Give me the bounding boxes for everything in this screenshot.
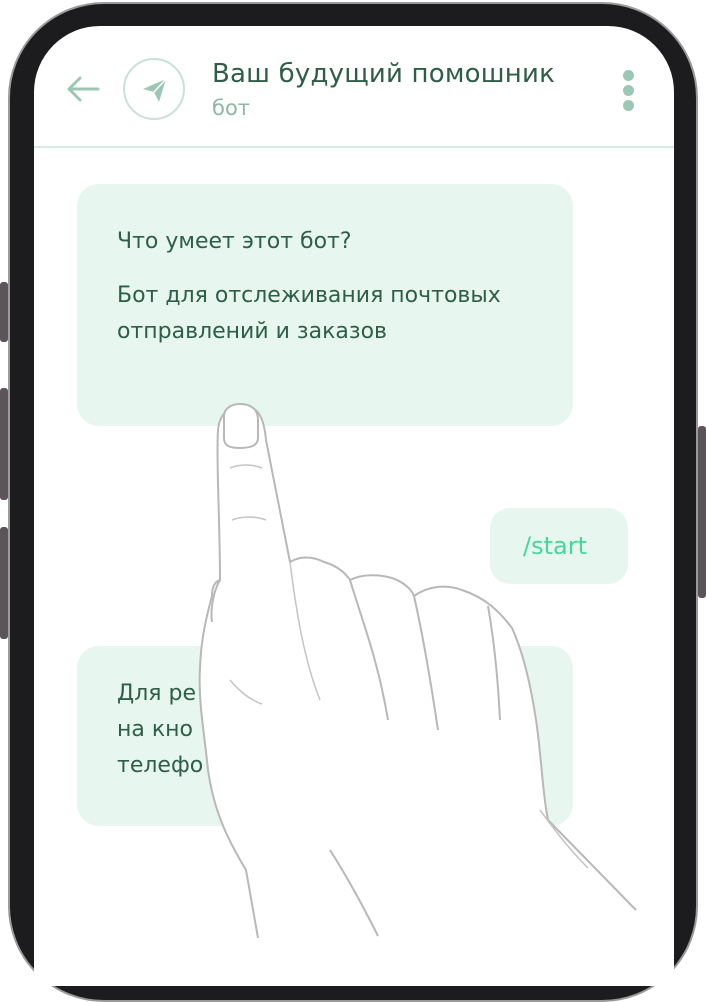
- silent-switch: [0, 282, 8, 342]
- menu-button[interactable]: [618, 70, 638, 114]
- volume-up-button: [0, 388, 8, 500]
- vertical-dots-icon: [623, 85, 634, 96]
- arrow-left-icon: [67, 76, 100, 102]
- paper-plane-icon: [143, 78, 167, 102]
- power-button: [698, 426, 706, 598]
- phone-screen: Ваш будущий помошник бот Что умеет этот …: [34, 26, 674, 986]
- chat-header: Ваш будущий помошник бот: [34, 26, 674, 148]
- message-heading: Что умеет этот бот?: [117, 229, 352, 254]
- message-text-line: отправлений и заказов: [117, 319, 388, 344]
- message-bubble-outgoing[interactable]: /start: [490, 508, 628, 584]
- chat-title: Ваш будущий помошник: [212, 59, 555, 89]
- message-text-line: Для ре: [117, 681, 196, 706]
- start-command[interactable]: /start: [523, 532, 587, 560]
- message-text-line: Бот для отслеживания почтовых: [117, 283, 501, 308]
- vertical-dots-icon: [623, 70, 634, 81]
- chat-subtitle: бот: [212, 96, 251, 120]
- message-bubble-incoming: Что умеет этот бот? Бот для отслеживания…: [77, 184, 573, 426]
- back-button[interactable]: [64, 74, 102, 104]
- message-text-line: телефо: [117, 753, 204, 778]
- bot-avatar[interactable]: [123, 58, 185, 120]
- message-text-line: на кно: [117, 717, 193, 742]
- vertical-dots-icon: [623, 100, 634, 111]
- volume-down-button: [0, 527, 8, 639]
- message-bubble-incoming: Для ре на кно телефо: [77, 646, 573, 826]
